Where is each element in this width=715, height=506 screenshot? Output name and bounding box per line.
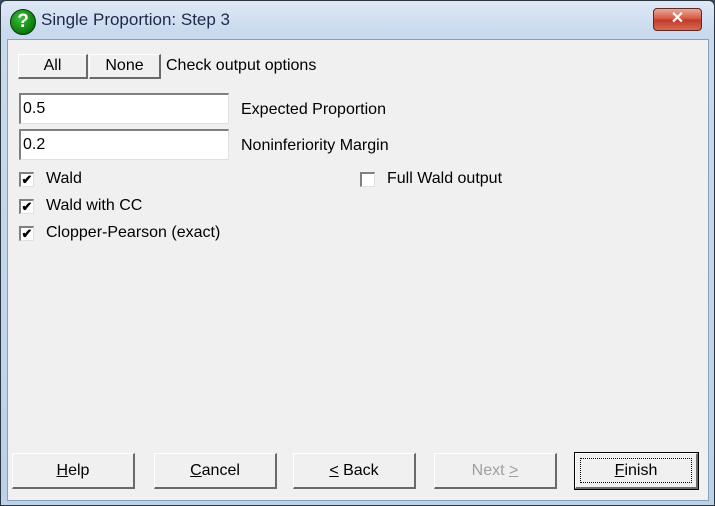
- next-button: Next >: [434, 453, 557, 489]
- focus-rectangle: [580, 458, 692, 483]
- next-label: Next: [471, 462, 509, 479]
- cancel-mnemonic: C: [190, 462, 202, 479]
- expected-proportion-input[interactable]: [19, 93, 229, 124]
- full-wald-output-checkbox[interactable]: [360, 172, 375, 187]
- checkmark-icon: ✔: [21, 226, 33, 241]
- help-question-icon: ?: [10, 9, 36, 35]
- clopper-pearson-label: Clopper-Pearson (exact): [46, 224, 221, 241]
- wald-cc-label: Wald with CC: [46, 197, 143, 214]
- check-output-hint: Check output options: [166, 57, 317, 74]
- help-label: elp: [68, 462, 90, 479]
- back-button[interactable]: < Back: [293, 453, 416, 489]
- finish-button[interactable]: Finish: [574, 452, 699, 490]
- back-mnemonic: <: [329, 462, 339, 479]
- select-none-button[interactable]: None: [89, 54, 161, 79]
- wald-checkbox[interactable]: ✔: [19, 172, 34, 187]
- next-mnemonic: >: [509, 462, 519, 479]
- expected-proportion-label: Expected Proportion: [241, 101, 386, 118]
- full-wald-output-label: Full Wald output: [387, 170, 503, 187]
- noninferiority-margin-input[interactable]: [19, 129, 229, 160]
- dialog-body: All None Check output options Expected P…: [7, 39, 709, 501]
- select-all-button[interactable]: All: [18, 54, 88, 79]
- clopper-pearson-checkbox[interactable]: ✔: [19, 226, 34, 241]
- close-button[interactable]: ✕: [653, 8, 702, 31]
- help-mnemonic: H: [56, 462, 69, 479]
- help-button[interactable]: Help: [12, 453, 135, 489]
- dialog-window: ? Single Proportion: Step 3 ✕ All None C…: [0, 0, 715, 506]
- noninferiority-margin-label: Noninferiority Margin: [241, 137, 389, 154]
- wald-cc-checkbox[interactable]: ✔: [19, 199, 34, 214]
- back-label: Back: [338, 462, 379, 479]
- cancel-label: ancel: [201, 462, 240, 479]
- checkmark-icon: ✔: [21, 199, 33, 214]
- wald-label: Wald: [46, 170, 82, 187]
- window-title: Single Proportion: Step 3: [41, 10, 231, 29]
- cancel-button[interactable]: Cancel: [154, 453, 277, 489]
- title-bar[interactable]: ? Single Proportion: Step 3 ✕: [1, 1, 714, 39]
- checkmark-icon: ✔: [21, 172, 33, 187]
